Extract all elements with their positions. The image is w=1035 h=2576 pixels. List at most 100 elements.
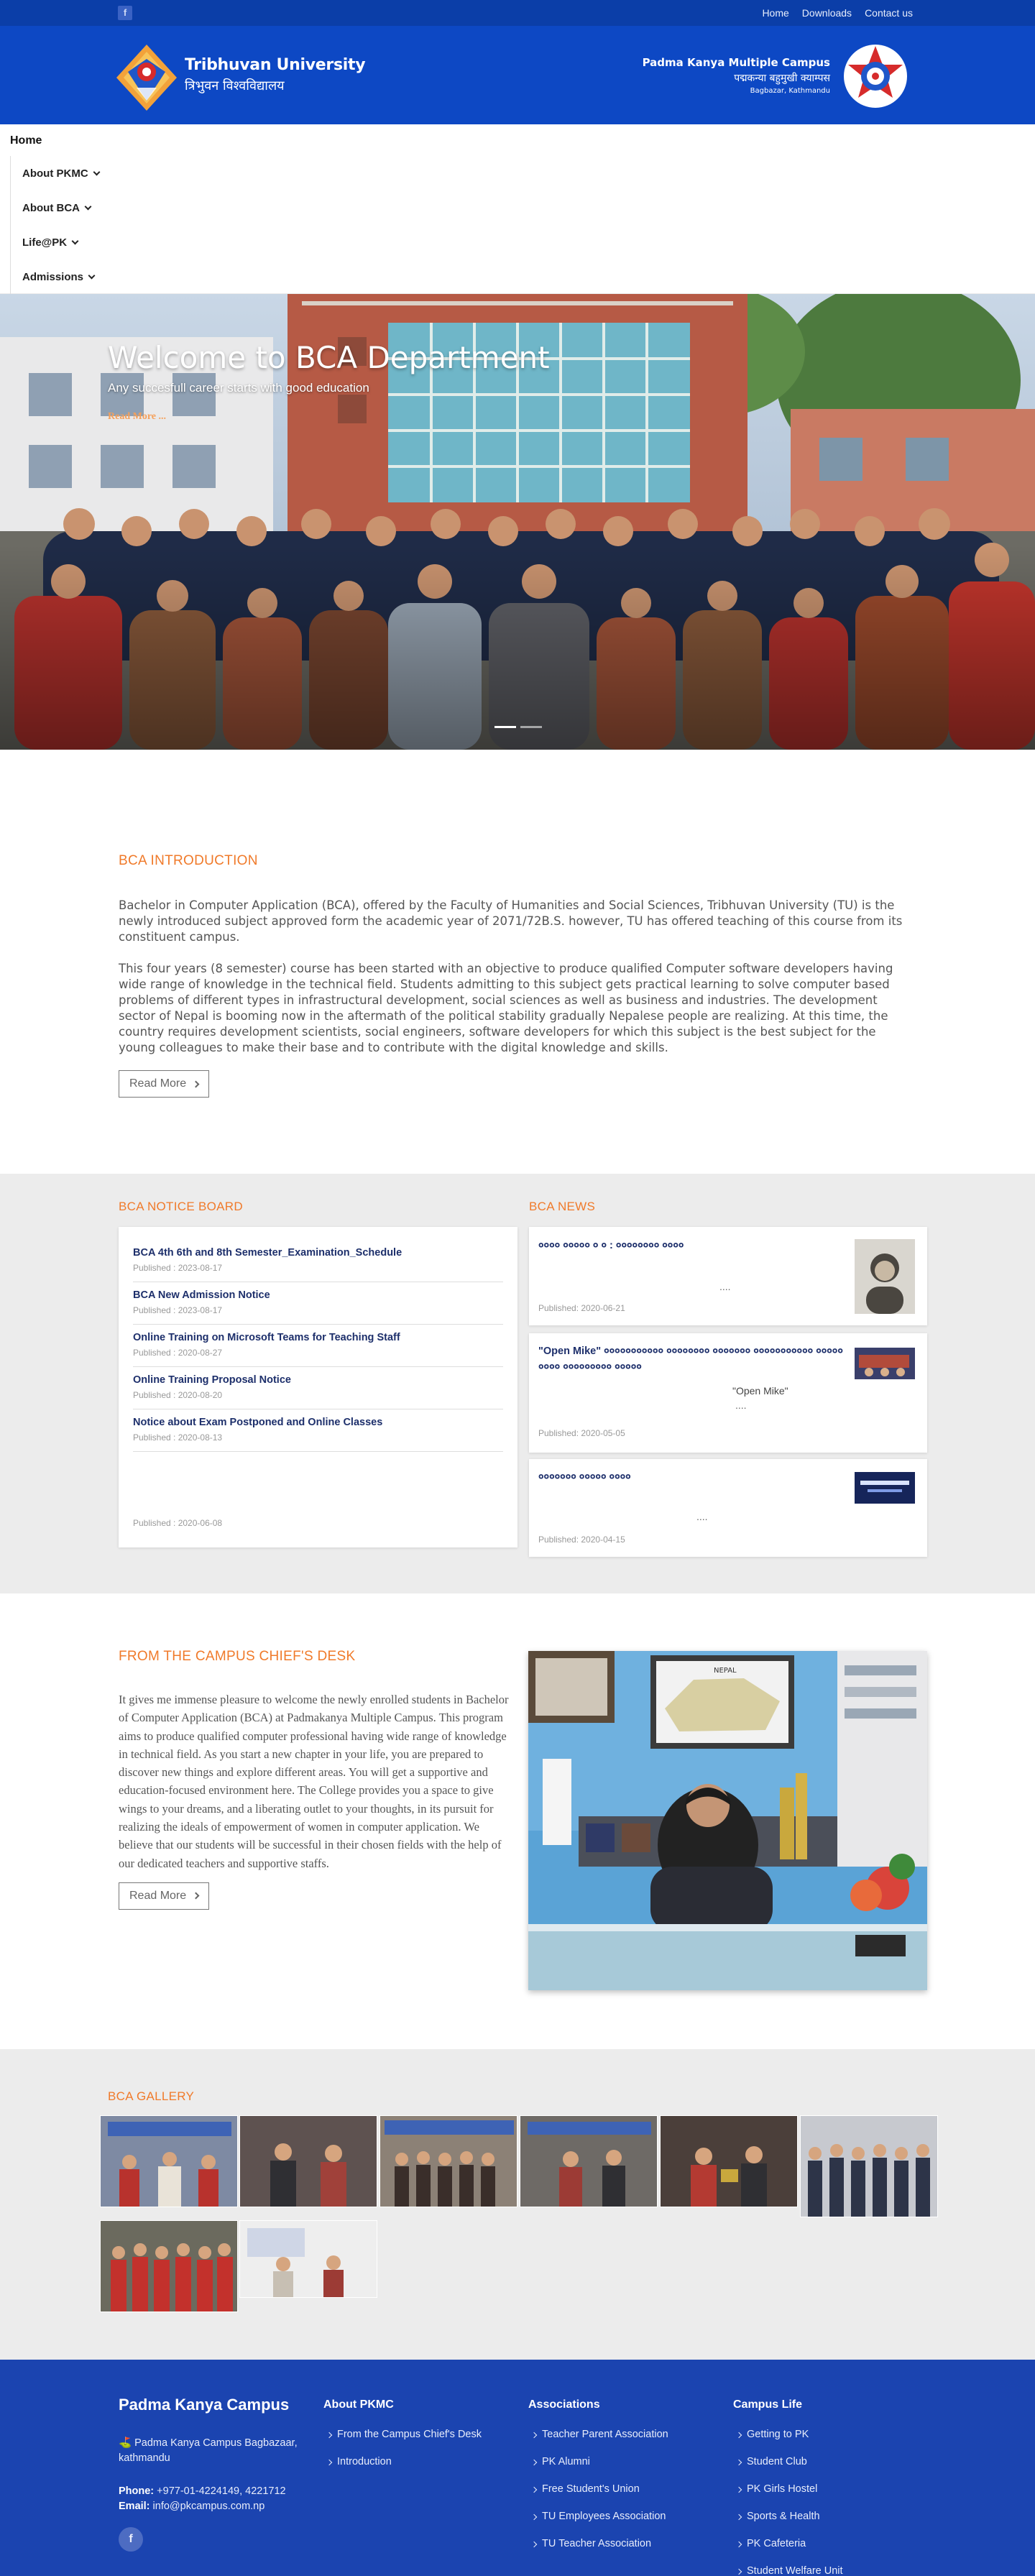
hero-read-more-link[interactable]: Read More ...	[108, 411, 166, 423]
gallery-thumbnail[interactable]	[520, 2115, 658, 2207]
intro-paragraph-1: Bachelor in Computer Application (BCA), …	[119, 898, 903, 944]
footer-link-label: Introduction	[337, 2456, 392, 2467]
footer-link-label: Teacher Parent Association	[542, 2429, 668, 2440]
news-thumbnail[interactable]	[855, 1239, 915, 1314]
footer-link[interactable]: Free Student's Union	[530, 2483, 668, 2511]
footer-link[interactable]: TU Teacher Association	[530, 2538, 668, 2565]
tu-name-np: त्रिभुवन विश्वविद्यालय	[185, 78, 285, 93]
nav-item-about-bca[interactable]: About BCA	[22, 190, 99, 225]
chevron-right-icon	[530, 2513, 538, 2521]
notice-title[interactable]: Online Training Proposal Notice	[133, 1374, 503, 1386]
top-link-contact[interactable]: Contact us	[865, 7, 913, 19]
top-link-home[interactable]: Home	[762, 7, 788, 19]
footer-link[interactable]: Student Club	[735, 2456, 843, 2483]
top-link-downloads[interactable]: Downloads	[802, 7, 852, 19]
chevron-right-icon	[735, 2486, 742, 2493]
nav-item-label: Life@PK	[22, 236, 68, 249]
footer-link[interactable]: PK Cafeteria	[735, 2538, 843, 2565]
footer-link-label: Student Club	[747, 2456, 807, 2467]
footer-link[interactable]: Getting to PK	[735, 2429, 843, 2456]
notice-title[interactable]: BCA New Admission Notice	[133, 1289, 503, 1301]
notice-item[interactable]: Online Training Proposal Notice Published…	[133, 1367, 503, 1409]
news-title[interactable]: "Open Mike" ००००००००००० ०००००००० ०००००००…	[538, 1343, 847, 1375]
gallery-thumbnail[interactable]	[239, 2220, 377, 2298]
footer-link[interactable]: Introduction	[326, 2456, 482, 2483]
chevron-right-icon	[192, 1892, 200, 1900]
nav-item-life-at-pk[interactable]: Life@PK	[22, 225, 99, 259]
news-date: Published: 2020-06-21	[538, 1303, 625, 1313]
notice-title[interactable]: Online Training on Microsoft Teams for T…	[133, 1332, 503, 1343]
footer-address-text: Padma Kanya Campus Bagbazaar, kathmandu	[119, 2437, 298, 2464]
intro-read-more-button[interactable]: Read More	[119, 1070, 210, 1098]
slider-dot[interactable]	[494, 726, 516, 728]
footer-link[interactable]: From the Campus Chief's Desk	[326, 2429, 482, 2456]
chevron-right-icon	[192, 1080, 200, 1087]
news-item[interactable]: ००००००० ००००० ०००० .... Published: 2020-…	[529, 1459, 927, 1557]
tu-name-en: Tribhuvan University	[185, 56, 366, 74]
gallery-thumbnail[interactable]	[380, 2115, 518, 2207]
campus-name-np: पद्मकन्या बहुमुखी क्याम्पस	[734, 73, 830, 84]
news-title[interactable]: ०००० ००००० ० ० : ०००००००० ००००	[538, 1238, 840, 1254]
slider-dot[interactable]	[520, 726, 542, 728]
notice-date: Published : 2020-08-27	[133, 1348, 223, 1358]
bca-introduction: BCA INTRODUCTION Bachelor in Computer Ap…	[119, 853, 916, 1098]
gallery-thumbnail[interactable]	[660, 2115, 798, 2207]
notice-item[interactable]: BCA New Admission Notice Published : 2023…	[133, 1282, 503, 1325]
footer-col-title: About PKMC	[323, 2398, 394, 2411]
gallery-title: BCA GALLERY	[108, 2089, 195, 2103]
chevron-right-icon	[530, 2459, 538, 2466]
facebook-icon[interactable]: f	[118, 6, 132, 20]
news-item[interactable]: ०००० ००००० ० ० : ०००००००० ०००० .... Publ…	[529, 1227, 927, 1325]
footer-link[interactable]: PK Alumni	[530, 2456, 668, 2483]
nav-item-about-pkmc[interactable]: About PKMC	[22, 156, 101, 190]
notice-item[interactable]: Notice about Exam Postponed and Online C…	[133, 1409, 503, 1452]
news-thumbnail[interactable]	[855, 1472, 915, 1504]
footer-link[interactable]: Teacher Parent Association	[530, 2429, 668, 2456]
footer-phone[interactable]: +977-01-4224149, 4221712	[157, 2485, 285, 2497]
news-thumbnail[interactable]	[855, 1348, 915, 1379]
notice-item[interactable]: Online Training on Microsoft Teams for T…	[133, 1325, 503, 1367]
chevron-right-icon	[735, 2541, 742, 2548]
footer-col-title: Associations	[528, 2398, 600, 2411]
footer-link-label: PK Cafeteria	[747, 2538, 806, 2549]
padma-kanya-campus-logo[interactable]	[842, 43, 908, 109]
gallery-thumbnail[interactable]	[100, 2115, 238, 2207]
notice-title[interactable]: BCA 4th 6th and 8th Semester_Examination…	[133, 1247, 503, 1259]
notice-date: Published : 2023-08-17	[133, 1305, 223, 1315]
top-bar: f Home Downloads Contact us	[0, 0, 1035, 26]
news-item[interactable]: "Open Mike" ००००००००००० ०००००००० ०००००००…	[529, 1333, 927, 1453]
news-title[interactable]: ००००००० ००००० ००००	[538, 1469, 840, 1485]
footer-link-label: TU Teacher Association	[542, 2538, 652, 2549]
news-title: BCA NEWS	[529, 1200, 596, 1213]
footer-link-label: Getting to PK	[747, 2429, 809, 2440]
slider-dots	[494, 726, 542, 728]
footer-link[interactable]: PK Girls Hostel	[735, 2483, 843, 2511]
gallery-thumbnail[interactable]	[239, 2115, 377, 2207]
footer-link[interactable]: Student Welfare Unit	[735, 2565, 843, 2576]
nav-item-admissions[interactable]: Admissions	[22, 259, 99, 294]
footer-link[interactable]: Sports & Health	[735, 2511, 843, 2538]
notice-item[interactable]: BCA 4th 6th and 8th Semester_Examination…	[133, 1240, 503, 1282]
news-ellipsis: ....	[696, 1511, 708, 1522]
chief-read-more-button[interactable]: Read More	[119, 1882, 210, 1910]
footer-link-label: Student Welfare Unit	[747, 2565, 843, 2576]
footer-email[interactable]: info@pkcampus.com.np	[153, 2501, 265, 2512]
facebook-icon[interactable]: f	[119, 2527, 143, 2552]
gallery-thumbnail[interactable]	[100, 2220, 238, 2312]
main-nav: Home About PKMC About BCA Life@PK Admiss…	[0, 124, 1035, 294]
site-footer: Padma Kanya Campus ⛳ Padma Kanya Campus …	[0, 2360, 1035, 2576]
footer-link[interactable]: TU Employees Association	[530, 2511, 668, 2538]
news-ellipsis: ....	[719, 1281, 731, 1292]
hero-subtitle: Any succesfull career starts with good e…	[108, 381, 369, 395]
tribhuvan-university-logo[interactable]	[115, 43, 178, 112]
chevron-down-icon	[93, 168, 101, 175]
tu-name: Tribhuvan University त्रिभुवन विश्वविद्य…	[185, 56, 366, 94]
footer-link-label: TU Employees Association	[542, 2511, 666, 2522]
footer-col-title: Campus Life	[733, 2398, 803, 2411]
nav-home[interactable]: Home	[10, 134, 42, 147]
gallery-thumbnail[interactable]	[800, 2115, 938, 2217]
chevron-down-icon	[71, 237, 79, 244]
chevron-right-icon	[530, 2432, 538, 2439]
footer-link-label: PK Alumni	[542, 2456, 590, 2467]
notice-title[interactable]: Notice about Exam Postponed and Online C…	[133, 1417, 503, 1428]
